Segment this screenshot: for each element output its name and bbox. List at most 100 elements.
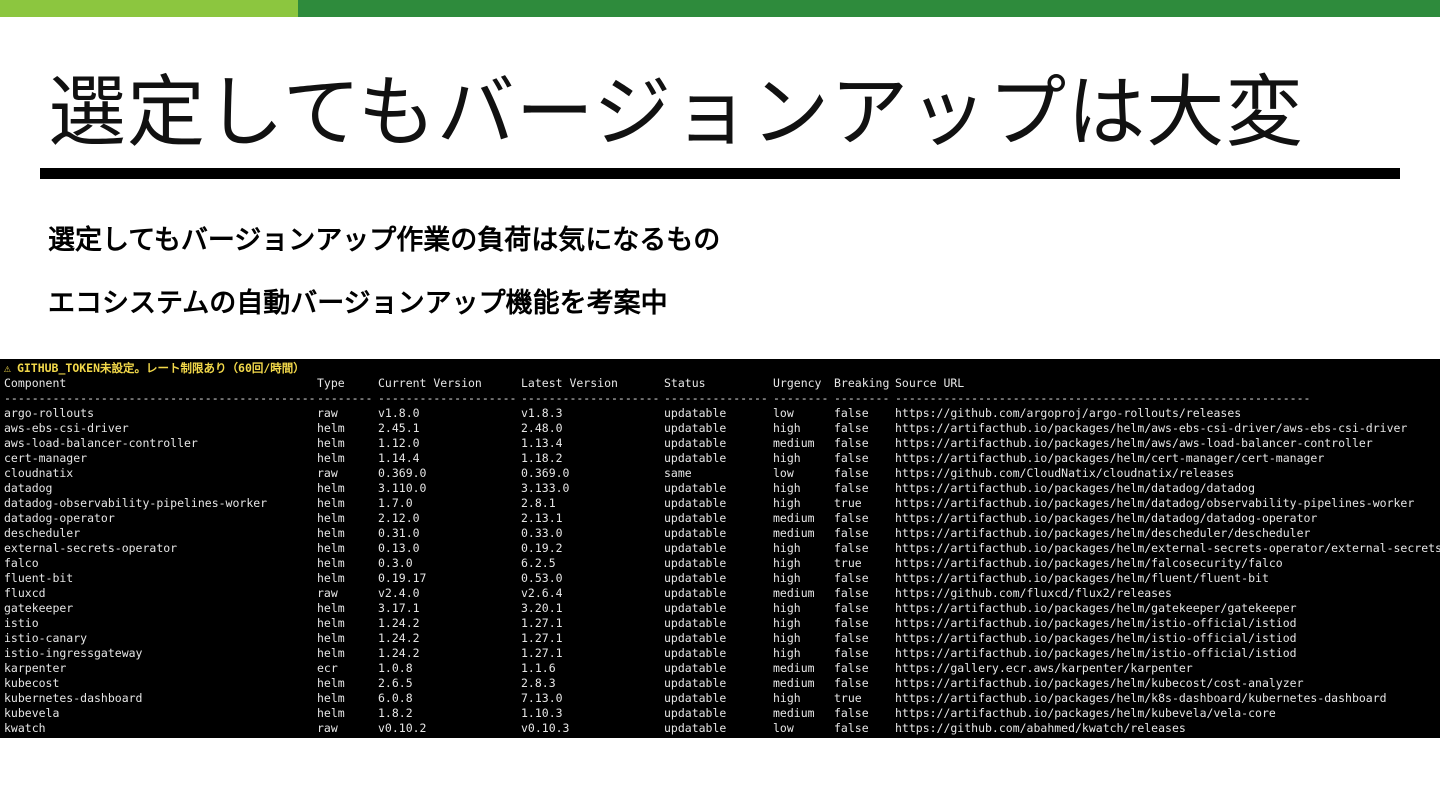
cell-urgency: high <box>773 646 801 660</box>
cell-source-url: https://artifacthub.io/packages/helm/cer… <box>895 451 1325 465</box>
separator-urgency: -------- <box>773 391 829 405</box>
cell-urgency: high <box>773 571 801 585</box>
cell-status: updatable <box>664 406 727 420</box>
cell-source-url: https://artifacthub.io/packages/helm/kub… <box>895 676 1304 690</box>
cell-component: fluent-bit <box>4 571 74 585</box>
cell-component: fluxcd <box>4 586 46 600</box>
cell-current-version: 1.8.2 <box>378 706 413 720</box>
cell-status: updatable <box>664 631 727 645</box>
cell-urgency: high <box>773 691 801 705</box>
cell-component: falco <box>4 556 39 570</box>
top-accent-bar-dark <box>298 0 1440 17</box>
cell-latest-version: 1.27.1 <box>521 646 563 660</box>
cell-breaking: false <box>834 541 869 555</box>
cell-breaking: false <box>834 451 869 465</box>
cell-component: gatekeeper <box>4 601 74 615</box>
cell-type: helm <box>317 421 345 435</box>
cell-latest-version: 7.13.0 <box>521 691 563 705</box>
cell-component: karpenter <box>4 661 67 675</box>
cell-source-url: https://artifacthub.io/packages/helm/des… <box>895 526 1311 540</box>
cell-urgency: medium <box>773 436 815 450</box>
cell-status: updatable <box>664 571 727 585</box>
cell-status: updatable <box>664 541 727 555</box>
cell-breaking: false <box>834 676 869 690</box>
cell-component: istio-ingressgateway <box>4 646 143 660</box>
cell-breaking: true <box>834 691 862 705</box>
cell-source-url: https://github.com/abahmed/kwatch/releas… <box>895 721 1186 735</box>
cell-urgency: high <box>773 421 801 435</box>
cell-component: datadog-operator <box>4 511 115 525</box>
cell-breaking: true <box>834 556 862 570</box>
cell-type: helm <box>317 646 345 660</box>
separator-current-version: -------------------- <box>378 391 517 405</box>
top-accent-bar-light <box>0 0 298 17</box>
cell-status: updatable <box>664 616 727 630</box>
header-urgency: Urgency <box>773 376 822 390</box>
cell-source-url: https://artifacthub.io/packages/helm/aws… <box>895 436 1373 450</box>
cell-latest-version: 6.2.5 <box>521 556 556 570</box>
cell-breaking: false <box>834 436 869 450</box>
cell-current-version: 0.31.0 <box>378 526 420 540</box>
cell-breaking: false <box>834 661 869 675</box>
cell-component: kubecost <box>4 676 60 690</box>
cell-status: updatable <box>664 706 727 720</box>
cell-source-url: https://artifacthub.io/packages/helm/k8s… <box>895 691 1387 705</box>
cell-urgency: high <box>773 556 801 570</box>
cell-status: updatable <box>664 691 727 705</box>
header-source-url: Source URL <box>895 376 965 390</box>
cell-latest-version: 2.13.1 <box>521 511 563 525</box>
cell-breaking: false <box>834 706 869 720</box>
cell-latest-version: 2.8.3 <box>521 676 556 690</box>
cell-status: updatable <box>664 481 727 495</box>
cell-latest-version: 1.1.6 <box>521 661 556 675</box>
cell-status: updatable <box>664 511 727 525</box>
warning-line: ⚠ GITHUB_TOKEN未設定。レート制限あり（60回/時間） <box>4 361 305 376</box>
cell-urgency: high <box>773 631 801 645</box>
cell-urgency: high <box>773 496 801 510</box>
cell-latest-version: v2.6.4 <box>521 586 563 600</box>
cell-source-url: https://github.com/argoproj/argo-rollout… <box>895 406 1242 420</box>
warning-icon: ⚠ <box>4 361 11 375</box>
cell-current-version: 1.0.8 <box>378 661 413 675</box>
cell-type: raw <box>317 406 338 420</box>
cell-current-version: 3.110.0 <box>378 481 427 495</box>
cell-current-version: 2.45.1 <box>378 421 420 435</box>
cell-latest-version: 1.27.1 <box>521 616 563 630</box>
cell-current-version: 1.24.2 <box>378 616 420 630</box>
cell-current-version: 0.3.0 <box>378 556 413 570</box>
cell-source-url: https://github.com/CloudNatix/cloudnatix… <box>895 466 1235 480</box>
cell-latest-version: 0.19.2 <box>521 541 563 555</box>
cell-component: cert-manager <box>4 451 88 465</box>
cell-latest-version: 3.133.0 <box>521 481 570 495</box>
cell-type: helm <box>317 706 345 720</box>
cell-latest-version: 1.27.1 <box>521 631 563 645</box>
cell-urgency: high <box>773 451 801 465</box>
separator-component: ----------------------------------------… <box>4 391 316 405</box>
cell-type: helm <box>317 631 345 645</box>
cell-type: helm <box>317 511 345 525</box>
cell-source-url: https://artifacthub.io/packages/helm/aws… <box>895 421 1408 435</box>
cell-breaking: false <box>834 571 869 585</box>
cell-component: kwatch <box>4 721 46 735</box>
cell-type: helm <box>317 571 345 585</box>
cell-urgency: low <box>773 406 794 420</box>
cell-component: istio <box>4 616 39 630</box>
cell-type: ecr <box>317 661 338 675</box>
cell-current-version: 0.13.0 <box>378 541 420 555</box>
cell-latest-version: 1.13.4 <box>521 436 563 450</box>
cell-type: helm <box>317 526 345 540</box>
cell-status: updatable <box>664 496 727 510</box>
cell-status: updatable <box>664 436 727 450</box>
cell-urgency: medium <box>773 586 815 600</box>
header-breaking: Breaking <box>834 376 890 390</box>
cell-component: aws-ebs-csi-driver <box>4 421 129 435</box>
cell-urgency: high <box>773 541 801 555</box>
cell-type: raw <box>317 586 338 600</box>
title-divider <box>40 168 1400 179</box>
cell-status: updatable <box>664 421 727 435</box>
cell-type: helm <box>317 616 345 630</box>
cell-current-version: 6.0.8 <box>378 691 413 705</box>
cell-status: updatable <box>664 556 727 570</box>
cell-breaking: false <box>834 421 869 435</box>
terminal-output: ⚠ GITHUB_TOKEN未設定。レート制限あり（60回/時間） Compone… <box>0 359 1440 738</box>
